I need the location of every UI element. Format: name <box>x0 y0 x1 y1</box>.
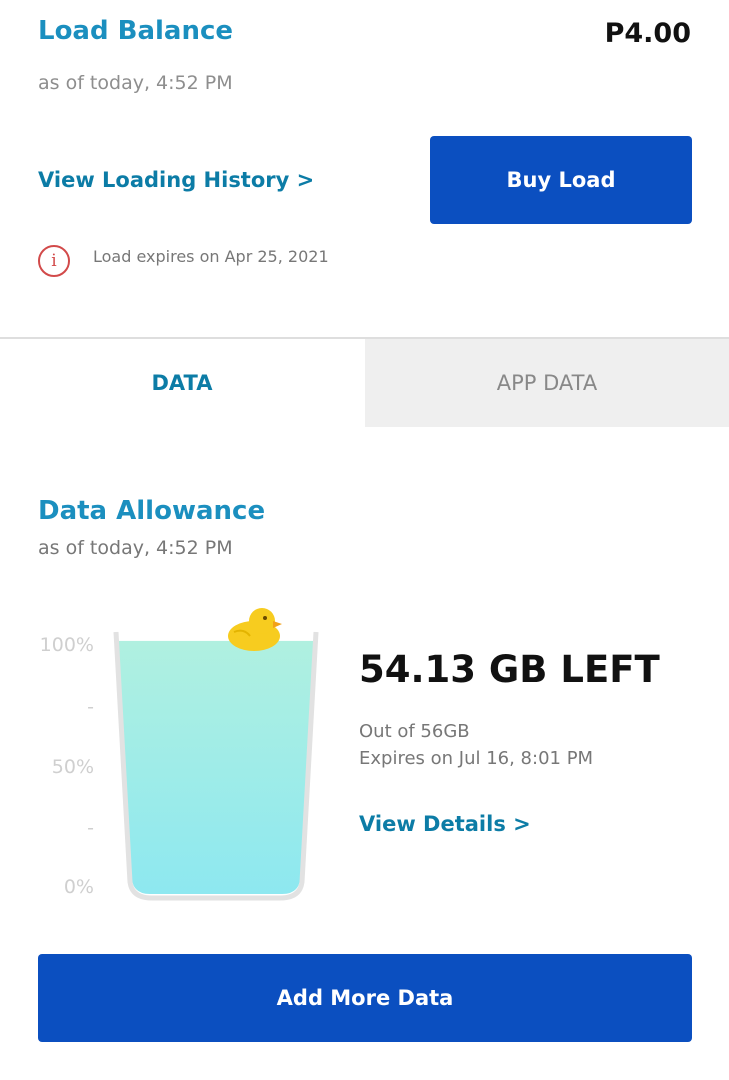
view-loading-history-link[interactable]: View Loading History > <box>38 168 314 192</box>
scale-label-50: 50% <box>51 756 94 778</box>
tab-data[interactable]: DATA <box>0 339 364 427</box>
load-balance-title: Load Balance <box>38 16 234 46</box>
add-more-data-label: Add More Data <box>276 986 454 1010</box>
scale-label-tick-75: - <box>87 696 94 718</box>
data-total: Out of 56GB <box>359 721 470 742</box>
info-icon-glyph: i <box>51 251 57 271</box>
view-details-link[interactable]: View Details > <box>359 812 531 836</box>
data-remaining: 54.13 GB LEFT <box>359 648 660 691</box>
data-remaining-fill <box>118 640 314 894</box>
scale-label-0: 0% <box>63 876 94 898</box>
data-tabs: DATA APP DATA <box>0 337 729 427</box>
load-balance-amount: P4.00 <box>604 18 691 49</box>
add-more-data-button[interactable]: Add More Data <box>38 954 692 1042</box>
load-balance-timestamp: as of today, 4:52 PM <box>38 72 233 94</box>
duck-icon <box>228 608 282 651</box>
data-allowance-title: Data Allowance <box>38 496 266 526</box>
info-icon: i <box>38 245 70 277</box>
scale-label-100: 100% <box>39 634 94 656</box>
data-expiry: Expires on Jul 16, 8:01 PM <box>359 748 594 769</box>
buy-load-button[interactable]: Buy Load <box>430 136 692 224</box>
buy-load-label: Buy Load <box>506 168 616 192</box>
load-expiry-note: Load expires on Apr 25, 2021 <box>93 247 329 266</box>
tab-app-data[interactable]: APP DATA <box>365 339 729 427</box>
data-cup-gauge <box>113 608 319 901</box>
data-allowance-timestamp: as of today, 4:52 PM <box>38 537 233 559</box>
scale-label-tick-25: - <box>87 817 94 839</box>
